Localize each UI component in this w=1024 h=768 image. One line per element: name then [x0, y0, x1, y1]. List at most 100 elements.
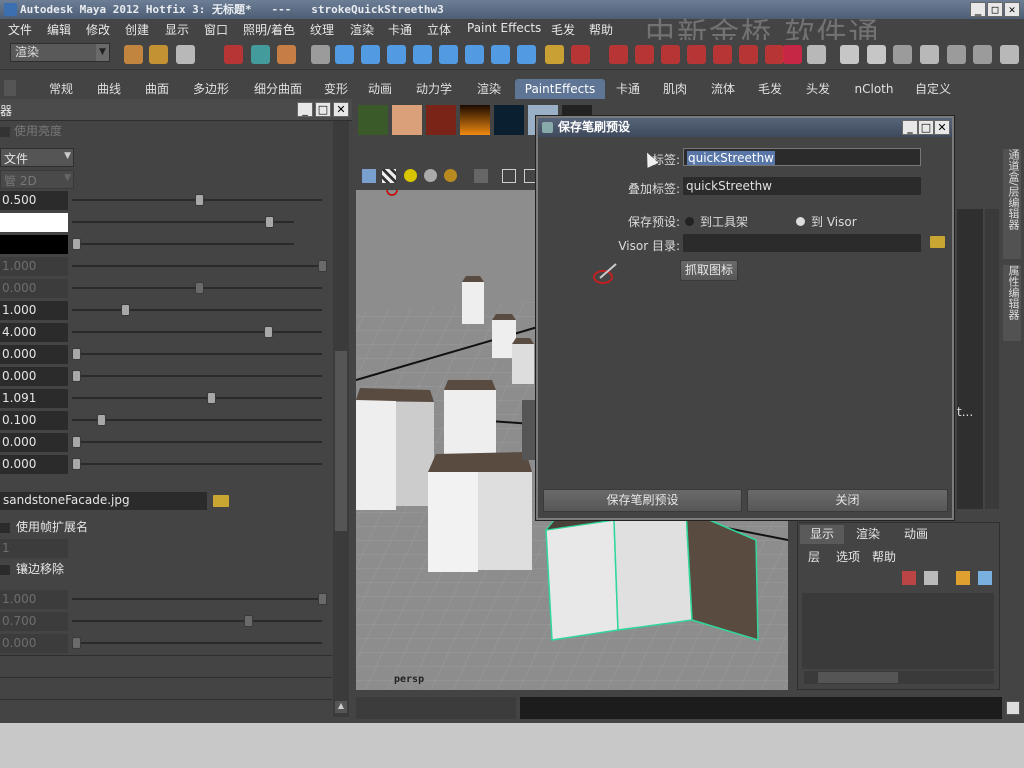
brush-thumb-lightning[interactable] — [494, 105, 524, 135]
shelf-tab-15[interactable]: nCloth — [846, 79, 902, 99]
use-luminance-checkbox[interactable]: 使用亮度 — [0, 122, 200, 138]
shelf-tab-16[interactable]: 自定义 — [905, 79, 961, 99]
dialog-maximize-button[interactable]: □ — [918, 120, 934, 135]
menu-item-6[interactable]: 照明/着色 — [243, 21, 295, 38]
cube-shading-icon[interactable] — [362, 169, 376, 183]
slider-track[interactable] — [72, 282, 322, 294]
slider-thumb[interactable] — [318, 593, 327, 605]
tool-icon-31[interactable] — [973, 45, 992, 64]
slider-track[interactable] — [72, 414, 322, 426]
attribute-value-field[interactable]: 0.000 — [0, 433, 68, 452]
light-grey-icon[interactable] — [424, 169, 437, 182]
slider-thumb[interactable] — [195, 194, 204, 206]
slider-thumb[interactable] — [207, 392, 217, 404]
slider-thumb[interactable] — [265, 216, 275, 228]
menu-set-select[interactable]: 渲染 ▼ — [10, 43, 110, 62]
maximize-button[interactable]: □ — [987, 2, 1003, 17]
light-yellow-icon[interactable] — [404, 169, 417, 182]
folder-icon[interactable] — [930, 236, 945, 248]
scroll-thumb[interactable] — [335, 351, 347, 531]
shelf-tab-4[interactable]: 细分曲面 — [243, 79, 313, 99]
vertical-tab-attribute-editor[interactable]: 属性编辑器 — [1003, 265, 1021, 341]
tool-icon-27[interactable] — [867, 45, 886, 64]
tool-icon-4[interactable] — [251, 45, 270, 64]
tool-icon-13[interactable] — [491, 45, 510, 64]
tool-icon-6[interactable] — [311, 45, 330, 64]
shelf-tab-5[interactable]: 变形 — [316, 79, 356, 99]
slider-track[interactable] — [72, 392, 322, 404]
brush-thumb-grass[interactable] — [358, 105, 388, 135]
layer-stack-icon[interactable] — [924, 571, 938, 585]
layer-tab-1[interactable]: 渲染 — [846, 525, 890, 544]
radio-to-visor[interactable]: 到 Visor — [796, 213, 896, 229]
slider-track[interactable] — [72, 326, 322, 338]
tool-icon-20[interactable] — [687, 45, 706, 64]
brush-thumb-hair[interactable] — [426, 105, 456, 135]
shelf-tab-6[interactable]: 动画 — [360, 79, 400, 99]
edge-removal-checkbox[interactable]: 镶边移除 — [0, 560, 200, 576]
tool-icon-8[interactable] — [361, 45, 380, 64]
panel-minimize-button[interactable]: _ — [297, 102, 313, 117]
slider-thumb[interactable] — [195, 282, 204, 294]
tool-icon-1[interactable] — [149, 45, 168, 64]
wireframe-icon[interactable] — [502, 169, 516, 183]
slider-track[interactable] — [72, 593, 327, 605]
select-camera-icon[interactable] — [474, 169, 488, 183]
layer-menu-item-2[interactable]: 帮助 — [872, 548, 896, 565]
slider-thumb[interactable] — [244, 615, 254, 627]
tool-icon-2[interactable] — [176, 45, 195, 64]
tool-icon-28[interactable] — [893, 45, 912, 64]
shelf-tab-0[interactable]: 常规 — [40, 79, 82, 99]
render-layer-icon[interactable] — [978, 571, 992, 585]
attribute-value-field[interactable]: 0.000 — [0, 455, 68, 474]
channel-scrollbar[interactable] — [985, 209, 999, 509]
tool-icon-3[interactable] — [224, 45, 243, 64]
tool-icon-29[interactable] — [920, 45, 939, 64]
menu-item-2[interactable]: 修改 — [86, 21, 110, 38]
panel-close-button[interactable]: ✕ — [333, 102, 349, 117]
slider-track[interactable] — [72, 615, 322, 627]
shelf-tab-11[interactable]: 肌肉 — [653, 79, 697, 99]
light-layer-icon[interactable] — [956, 571, 970, 585]
attribute-value-field[interactable]: 0.000 — [0, 345, 68, 364]
shelf-tab-8[interactable]: 渲染 — [467, 79, 511, 99]
tool-icon-9[interactable] — [387, 45, 406, 64]
layer-tab-2[interactable]: 动画 — [894, 525, 938, 544]
slider-thumb[interactable] — [96, 414, 106, 426]
menu-item-0[interactable]: 文件 — [8, 21, 32, 38]
brush-thumb-fire[interactable] — [460, 105, 490, 135]
slider-track[interactable] — [72, 348, 322, 360]
scroll-up-icon[interactable]: ▲ — [335, 701, 347, 713]
close-button[interactable]: ✕ — [1004, 2, 1020, 17]
attribute-value-field[interactable] — [0, 235, 68, 254]
dialog-close-button[interactable]: ✕ — [934, 120, 950, 135]
slider-track[interactable] — [72, 260, 327, 272]
tool-icon-21[interactable] — [713, 45, 732, 64]
shelf-tab-12[interactable]: 流体 — [702, 79, 744, 99]
menu-item-8[interactable]: 渲染 — [350, 21, 374, 38]
slider-track[interactable] — [72, 458, 322, 470]
script-editor-icon[interactable] — [1006, 701, 1020, 715]
attribute-value-field[interactable]: 1.091 — [0, 389, 68, 408]
tool-icon-18[interactable] — [635, 45, 654, 64]
layer-hscrollbar[interactable] — [804, 671, 994, 684]
tool-icon-23[interactable] — [765, 45, 784, 64]
attribute-value-field[interactable]: 4.000 — [0, 323, 68, 342]
menu-item-11[interactable]: Paint Effects — [467, 21, 541, 35]
layer-tab-0[interactable]: 显示 — [800, 525, 844, 544]
slider-thumb[interactable] — [72, 436, 81, 448]
tool-icon-26[interactable] — [840, 45, 859, 64]
attribute-panel-scrollbar[interactable]: ▲ — [333, 121, 349, 717]
slider-track[interactable] — [72, 436, 322, 448]
frame-extension-checkbox[interactable]: 使用帧扩展名 — [0, 518, 200, 534]
shelf-tab-14[interactable]: 头发 — [796, 79, 840, 99]
minimize-button[interactable]: _ — [970, 2, 986, 17]
grab-icon-button[interactable]: 抓取图标 — [680, 260, 738, 281]
menu-item-3[interactable]: 创建 — [125, 21, 149, 38]
menu-item-4[interactable]: 显示 — [165, 21, 189, 38]
slider-track[interactable] — [72, 637, 322, 649]
close-dialog-button[interactable]: 关闭 — [747, 489, 948, 512]
shelf-tab-7[interactable]: 动力学 — [404, 79, 464, 99]
slider-track[interactable] — [72, 194, 322, 206]
layer-menu-item-1[interactable]: 选项 — [836, 548, 860, 565]
